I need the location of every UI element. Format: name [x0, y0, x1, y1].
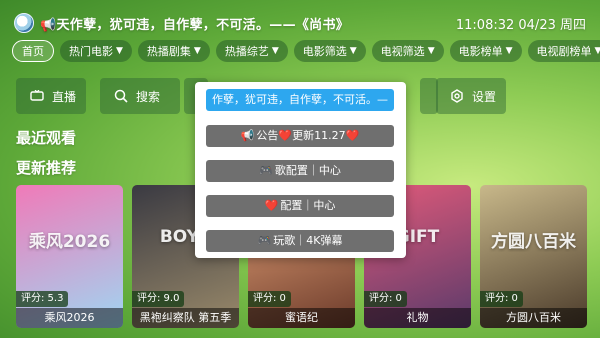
menu-item-label: 公告❤️更新11.27❤️ — [256, 129, 360, 142]
poster-rating: 评分: 0 — [364, 291, 407, 307]
poster-card[interactable]: 方圆八百米 评分: 0 方圆八百米 — [480, 185, 587, 328]
filter-funnel-icon: ▼ — [594, 46, 600, 56]
poster-title: 黑袍纠察队 第五季 — [132, 308, 239, 328]
header-quote: 📢天作孽，犹可违，自作孽，不可活。——《尚书》 — [40, 18, 350, 33]
tab-label: 电视剧榜单 — [536, 45, 592, 58]
poster-rating: 评分: 0 — [248, 291, 291, 307]
tab-6[interactable]: 电影榜单 ▼ — [449, 40, 522, 62]
tab-label: 电影榜单 — [458, 45, 503, 58]
poster-rating: 评分: 5.3 — [16, 291, 69, 307]
recent-section-title: 最近观看 — [16, 129, 77, 147]
search-icon — [114, 89, 128, 103]
filter-funnel-icon: ▼ — [116, 46, 123, 56]
category-tabs: 首页 热门电影 ▼ 热播剧集 ▼ 热播综艺 ▼ 电影筛选 ▼ 电视筛选 ▼ 电影榜单 ▼ 电视剧榜单 ▼ — [12, 40, 600, 62]
tab-7[interactable]: 电视剧榜单 ▼ — [527, 40, 600, 62]
menu-item-2[interactable]: 🎮 歌配置｜中心 — [206, 160, 394, 182]
live-label: 直播 — [52, 89, 77, 104]
poster-title: 乘风2026 — [16, 308, 123, 328]
tab-label: 热播剧集 — [146, 45, 191, 58]
tab-2[interactable]: 热播剧集 ▼ — [137, 40, 210, 62]
menu-item-emoji-icon: 🎮 — [257, 234, 272, 247]
menu-item-label: 作孽，犹可违，自作孽，不可活。— — [212, 93, 388, 106]
settings-label: 设置 — [472, 89, 497, 104]
poster-art-text: 方圆八百米 — [491, 232, 576, 252]
menu-item-label: 玩歌｜4K弹幕 — [273, 234, 343, 247]
menu-item-emoji-icon: ❤️ — [264, 199, 279, 212]
menu-item-1[interactable]: 📢 公告❤️更新11.27❤️ — [206, 125, 394, 147]
filter-funnel-icon: ▼ — [505, 46, 513, 56]
poster-card[interactable]: 乘风2026 评分: 5.3 乘风2026 — [16, 185, 123, 328]
poster-rating: 评分: 9.0 — [132, 291, 185, 307]
tab-4[interactable]: 电影筛选 ▼ — [293, 40, 366, 62]
recommend-section-title: 更新推荐 — [16, 159, 77, 177]
menu-item-label: 歌配置｜中心 — [274, 164, 341, 177]
clock-datetime: 11:08:32 04/23 周四 — [455, 18, 586, 33]
top-bar: 📢天作孽，犹可违，自作孽，不可活。——《尚书》 11:08:32 04/23 周… — [0, 0, 600, 40]
poster-art-text: 乘风2026 — [28, 232, 111, 252]
settings-gear-icon — [451, 89, 463, 103]
app-logo-icon — [14, 13, 34, 33]
tab-0[interactable]: 首页 — [12, 40, 54, 62]
search-label: 搜索 — [136, 89, 161, 104]
menu-item-4[interactable]: 🎮 玩歌｜4K弹幕 — [206, 230, 394, 252]
poster-title: 方圆八百米 — [480, 308, 587, 328]
menu-item-label: 配置｜中心 — [280, 199, 336, 212]
filter-funnel-icon: ▼ — [349, 46, 357, 56]
menu-item-0[interactable]: 作孽，犹可违，自作孽，不可活。— — [206, 89, 394, 111]
menu-item-3[interactable]: ❤️ 配置｜中心 — [206, 195, 394, 217]
tab-1[interactable]: 热门电影 ▼ — [60, 40, 132, 62]
poster-title: 礼物 — [364, 308, 471, 328]
filter-funnel-icon: ▼ — [271, 46, 279, 56]
poster-rating: 评分: 0 — [480, 291, 523, 307]
settings-button[interactable]: 设置 — [436, 78, 506, 114]
filter-funnel-icon: ▼ — [427, 46, 435, 56]
popup-menu: 作孽，犹可违，自作孽，不可活。— 📢 公告❤️更新11.27❤️ 🎮 歌配置｜中心 ❤️ 配… — [195, 82, 406, 258]
tab-3[interactable]: 热播综艺 ▼ — [215, 40, 288, 62]
menu-item-emoji-icon: 📢 — [240, 129, 255, 142]
tab-label: 热播综艺 — [224, 45, 269, 58]
poster-title: 蜜语纪 — [248, 308, 355, 328]
filter-funnel-icon: ▼ — [193, 46, 201, 56]
tab-5[interactable]: 电视筛选 ▼ — [371, 40, 444, 62]
search-button[interactable]: 搜索 — [100, 78, 180, 114]
tab-label: 电视筛选 — [380, 45, 425, 58]
menu-item-emoji-icon: 🎮 — [259, 164, 273, 177]
live-button[interactable]: 直播 — [16, 78, 86, 114]
tab-label: 首页 — [22, 45, 44, 58]
tab-label: 热门电影 — [69, 45, 113, 58]
tv-icon — [30, 90, 44, 101]
tab-label: 电影筛选 — [302, 45, 347, 58]
